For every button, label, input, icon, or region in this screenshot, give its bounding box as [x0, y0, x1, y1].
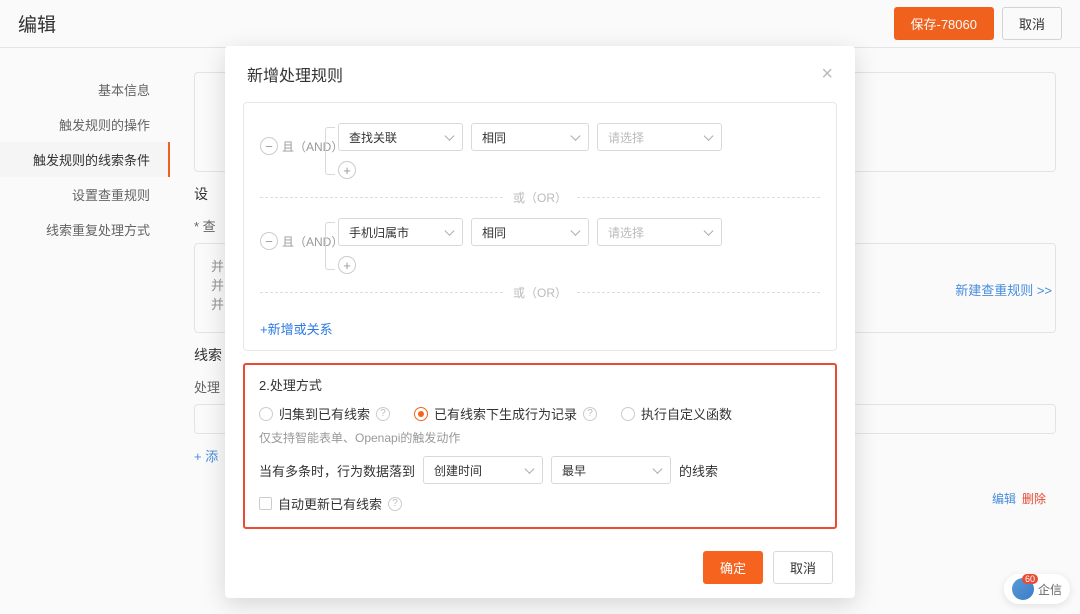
checkbox-icon [259, 497, 272, 510]
or-separator: 或（OR） [260, 284, 820, 301]
modal-title: 新增处理规则 [247, 62, 343, 86]
help-icon[interactable]: ? [583, 407, 597, 421]
operator-select[interactable]: 相同 [471, 123, 589, 151]
condition-group-1: − 且（AND） 查找关联 相同 请选择 + [260, 123, 820, 179]
remove-group-icon[interactable]: − [260, 137, 278, 155]
multi-suffix-label: 的线索 [679, 461, 718, 480]
rule-conditions-box: − 且（AND） 查找关联 相同 请选择 + 或（OR） − 且（AN [243, 102, 837, 351]
sort-field-select[interactable]: 创建时间 [423, 456, 543, 484]
hint-text: 仅支持智能表单、Openapi的触发动作 [259, 429, 821, 446]
add-condition-icon[interactable]: + [338, 161, 356, 179]
remove-group-icon[interactable]: − [260, 232, 278, 250]
help-icon[interactable]: ? [388, 497, 402, 511]
field-select[interactable]: 查找关联 [338, 123, 463, 151]
chat-badge: 60 [1022, 574, 1038, 584]
modal-cancel-button[interactable]: 取消 [773, 551, 833, 584]
field-select[interactable]: 手机归属市 [338, 218, 463, 246]
radio-behavior-record[interactable]: 已有线索下生成行为记录 ? [414, 404, 597, 423]
auto-update-checkbox[interactable]: 自动更新已有线索 ? [259, 494, 821, 513]
or-separator: 或（OR） [260, 189, 820, 206]
radio-merge[interactable]: 归集到已有线索 ? [259, 404, 390, 423]
radio-custom-fn[interactable]: 执行自定义函数 [621, 404, 732, 423]
radio-label: 执行自定义函数 [641, 404, 732, 423]
radio-icon [621, 407, 635, 421]
chat-widget[interactable]: 60 企信 [1004, 574, 1070, 604]
add-or-relation-link[interactable]: +新增或关系 [260, 319, 333, 338]
value-select[interactable]: 请选择 [597, 218, 722, 246]
add-condition-icon[interactable]: + [338, 256, 356, 274]
help-icon[interactable]: ? [376, 407, 390, 421]
radio-label: 归集到已有线索 [279, 404, 370, 423]
radio-label: 已有线索下生成行为记录 [434, 404, 577, 423]
sort-order-select[interactable]: 最早 [551, 456, 671, 484]
chat-icon: 60 [1012, 578, 1034, 600]
modal-overlay: 新增处理规则 × − 且（AND） 查找关联 相同 请选择 + [0, 0, 1080, 614]
radio-icon [259, 407, 273, 421]
condition-group-2: − 且（AND） 手机归属市 相同 请选择 + [260, 218, 820, 274]
group-bracket [325, 222, 335, 270]
group-bracket [325, 127, 335, 175]
close-icon[interactable]: × [821, 64, 833, 84]
section2-title: 2.处理方式 [259, 375, 821, 394]
processing-method-panel: 2.处理方式 归集到已有线索 ? 已有线索下生成行为记录 ? 执行自定义函 [243, 363, 837, 529]
value-select[interactable]: 请选择 [597, 123, 722, 151]
checkbox-label: 自动更新已有线索 [278, 494, 382, 513]
modal-ok-button[interactable]: 确定 [703, 551, 763, 584]
multi-prefix-label: 当有多条时，行为数据落到 [259, 461, 415, 480]
chat-label: 企信 [1038, 581, 1062, 598]
modal: 新增处理规则 × − 且（AND） 查找关联 相同 请选择 + [225, 46, 855, 598]
radio-icon [414, 407, 428, 421]
operator-select[interactable]: 相同 [471, 218, 589, 246]
